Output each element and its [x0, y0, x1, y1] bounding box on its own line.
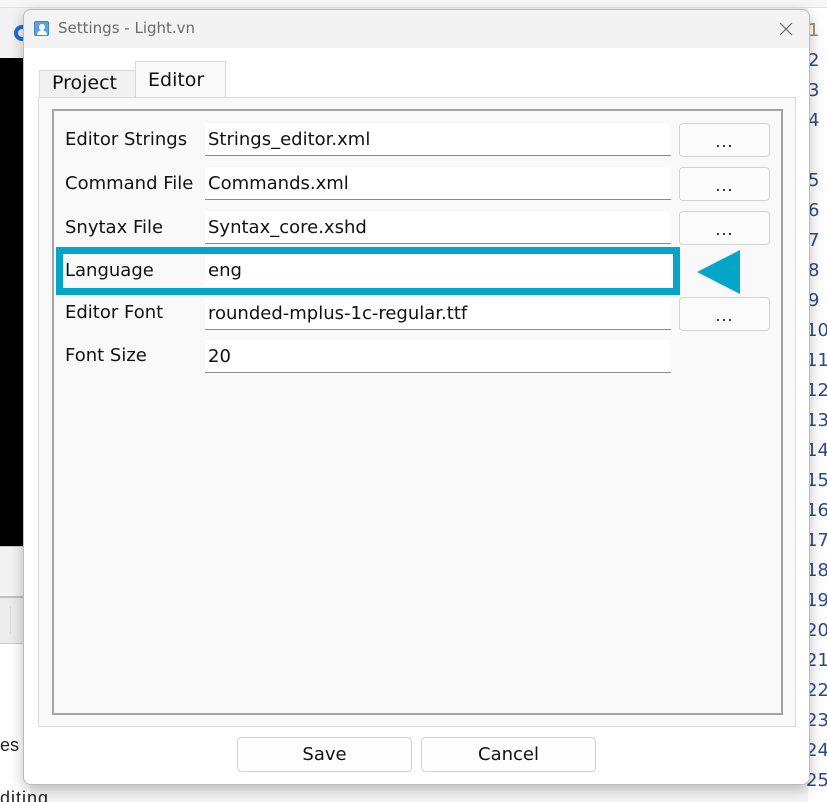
- command-file-field[interactable]: Commands.xml: [205, 167, 671, 200]
- syntax-file-browse-button[interactable]: ...: [679, 211, 770, 245]
- dialog-title: Settings - Light.vn: [58, 19, 196, 37]
- command-file-label: Command File: [65, 173, 194, 194]
- editor-tab-panel: Editor Strings Strings_editor.xml ... Co…: [38, 97, 796, 727]
- cancel-button[interactable]: Cancel: [421, 737, 596, 772]
- background-top-bar: [0, 0, 827, 8]
- editor-strings-browse-button[interactable]: ...: [679, 123, 770, 157]
- background-text-fragment: es: [0, 735, 20, 755]
- command-file-browse-button[interactable]: ...: [679, 167, 770, 201]
- background-text-fragment: diting: [0, 788, 50, 802]
- settings-dialog: Settings - Light.vn Project Editor Edito…: [23, 9, 810, 785]
- language-highlight-annotation: [56, 247, 680, 295]
- font-size-label: Font Size: [65, 345, 147, 366]
- editor-strings-field[interactable]: Strings_editor.xml: [205, 123, 671, 156]
- tab-editor[interactable]: Editor: [135, 61, 226, 97]
- syntax-file-field[interactable]: Syntax_core.xshd: [205, 211, 671, 244]
- background-tab-divider: [10, 606, 11, 634]
- syntax-file-label: Snytax File: [65, 217, 164, 238]
- close-button[interactable]: [763, 10, 809, 48]
- editor-font-field[interactable]: rounded-mplus-1c-regular.ttf: [205, 297, 671, 330]
- save-button[interactable]: Save: [237, 737, 412, 772]
- editor-font-label: Editor Font: [65, 302, 164, 323]
- app-window-icon: [34, 21, 49, 36]
- left-arrow-icon: [697, 250, 740, 294]
- settings-group: Editor Strings Strings_editor.xml ... Co…: [52, 109, 783, 715]
- dialog-titlebar[interactable]: Settings - Light.vn: [24, 10, 809, 48]
- editor-strings-label: Editor Strings: [65, 129, 188, 150]
- close-icon: [779, 22, 793, 36]
- editor-font-browse-button[interactable]: ...: [679, 297, 770, 331]
- tab-project[interactable]: Project: [39, 70, 136, 97]
- font-size-field[interactable]: 20: [205, 340, 671, 373]
